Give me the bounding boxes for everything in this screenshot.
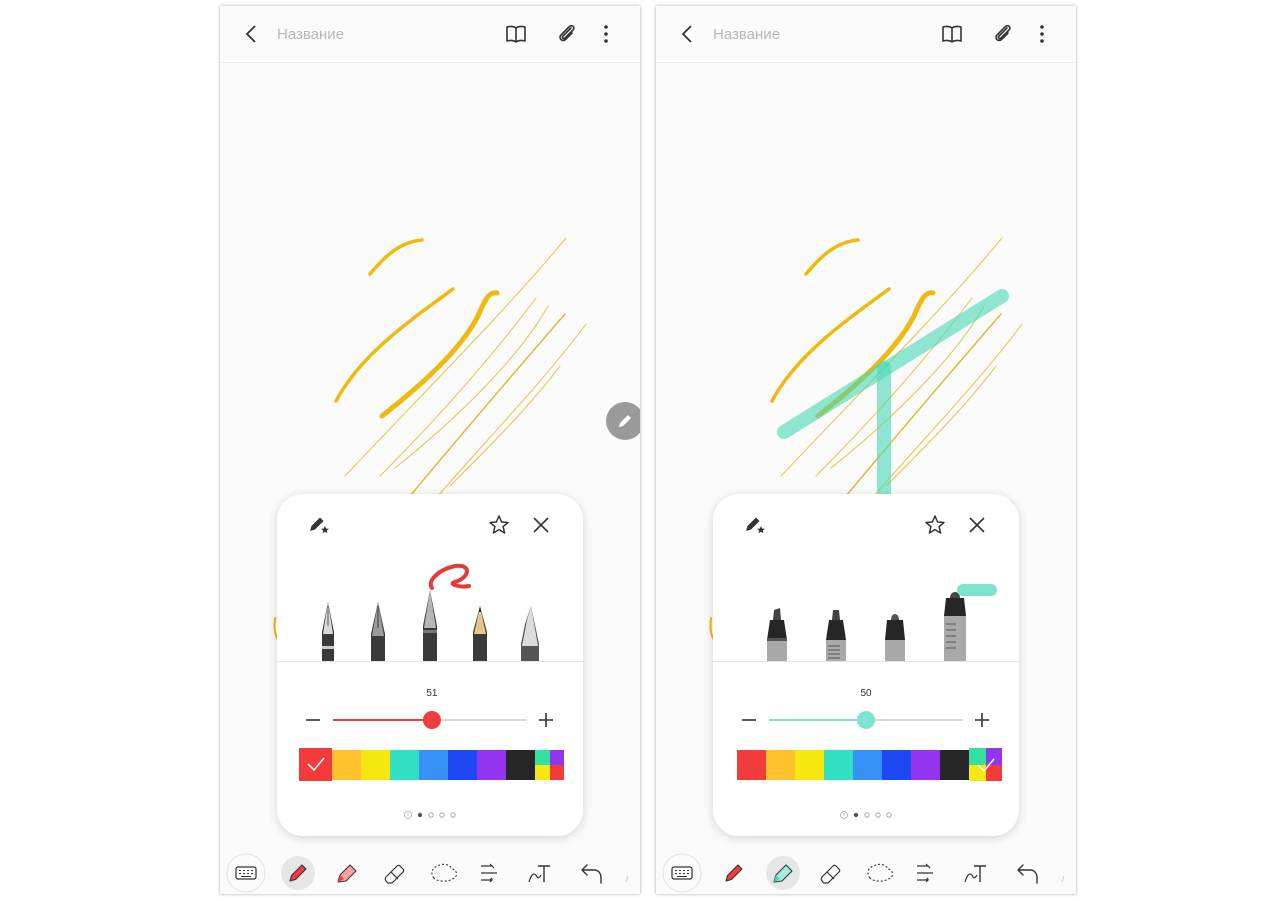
note-screen-left: Название 51	[220, 6, 640, 894]
note-title-placeholder[interactable]: Название	[713, 26, 780, 43]
floating-pen-button[interactable]	[606, 402, 640, 440]
lasso-icon[interactable]	[867, 863, 894, 882]
top-bar: Название	[220, 6, 640, 63]
eraser-icon[interactable]	[384, 864, 405, 884]
lasso-icon[interactable]	[431, 863, 458, 882]
book-icon[interactable]	[941, 24, 963, 44]
book-icon[interactable]	[505, 24, 527, 44]
undo-icon[interactable]	[581, 864, 602, 884]
keyboard-icon[interactable]	[226, 853, 266, 893]
highlighter-icon[interactable]	[766, 856, 800, 890]
more-vertical-icon[interactable]	[600, 24, 612, 44]
paperclip-icon[interactable]	[992, 23, 1014, 45]
palette-page-indicator[interactable]	[277, 494, 583, 836]
pen-settings-panel: 51	[277, 494, 583, 836]
more-vertical-icon[interactable]	[1036, 24, 1048, 44]
pen-settings-panel: 50	[713, 494, 1019, 836]
undo-icon[interactable]	[1017, 864, 1038, 884]
bottom-toolbar	[662, 853, 1065, 893]
chevron-left-icon[interactable]	[678, 24, 698, 44]
chevron-left-icon[interactable]	[242, 24, 262, 44]
text-convert-icon[interactable]	[481, 863, 497, 883]
highlighter-icon[interactable]	[337, 864, 357, 883]
keyboard-icon[interactable]	[662, 853, 702, 893]
handwriting-icon[interactable]	[528, 865, 550, 883]
note-screen-right: Название 50	[656, 6, 1076, 894]
pen-icon[interactable]	[281, 856, 315, 890]
note-title-placeholder[interactable]: Название	[277, 26, 344, 43]
palette-page-indicator[interactable]	[713, 494, 1019, 836]
eraser-icon[interactable]	[820, 864, 841, 884]
bottom-toolbar	[226, 853, 629, 893]
pen-icon[interactable]	[725, 864, 743, 882]
text-convert-icon[interactable]	[917, 863, 933, 883]
handwriting-icon[interactable]	[964, 865, 986, 883]
paperclip-icon[interactable]	[556, 23, 578, 45]
top-bar: Название	[656, 6, 1076, 63]
pencil-icon	[619, 415, 631, 427]
